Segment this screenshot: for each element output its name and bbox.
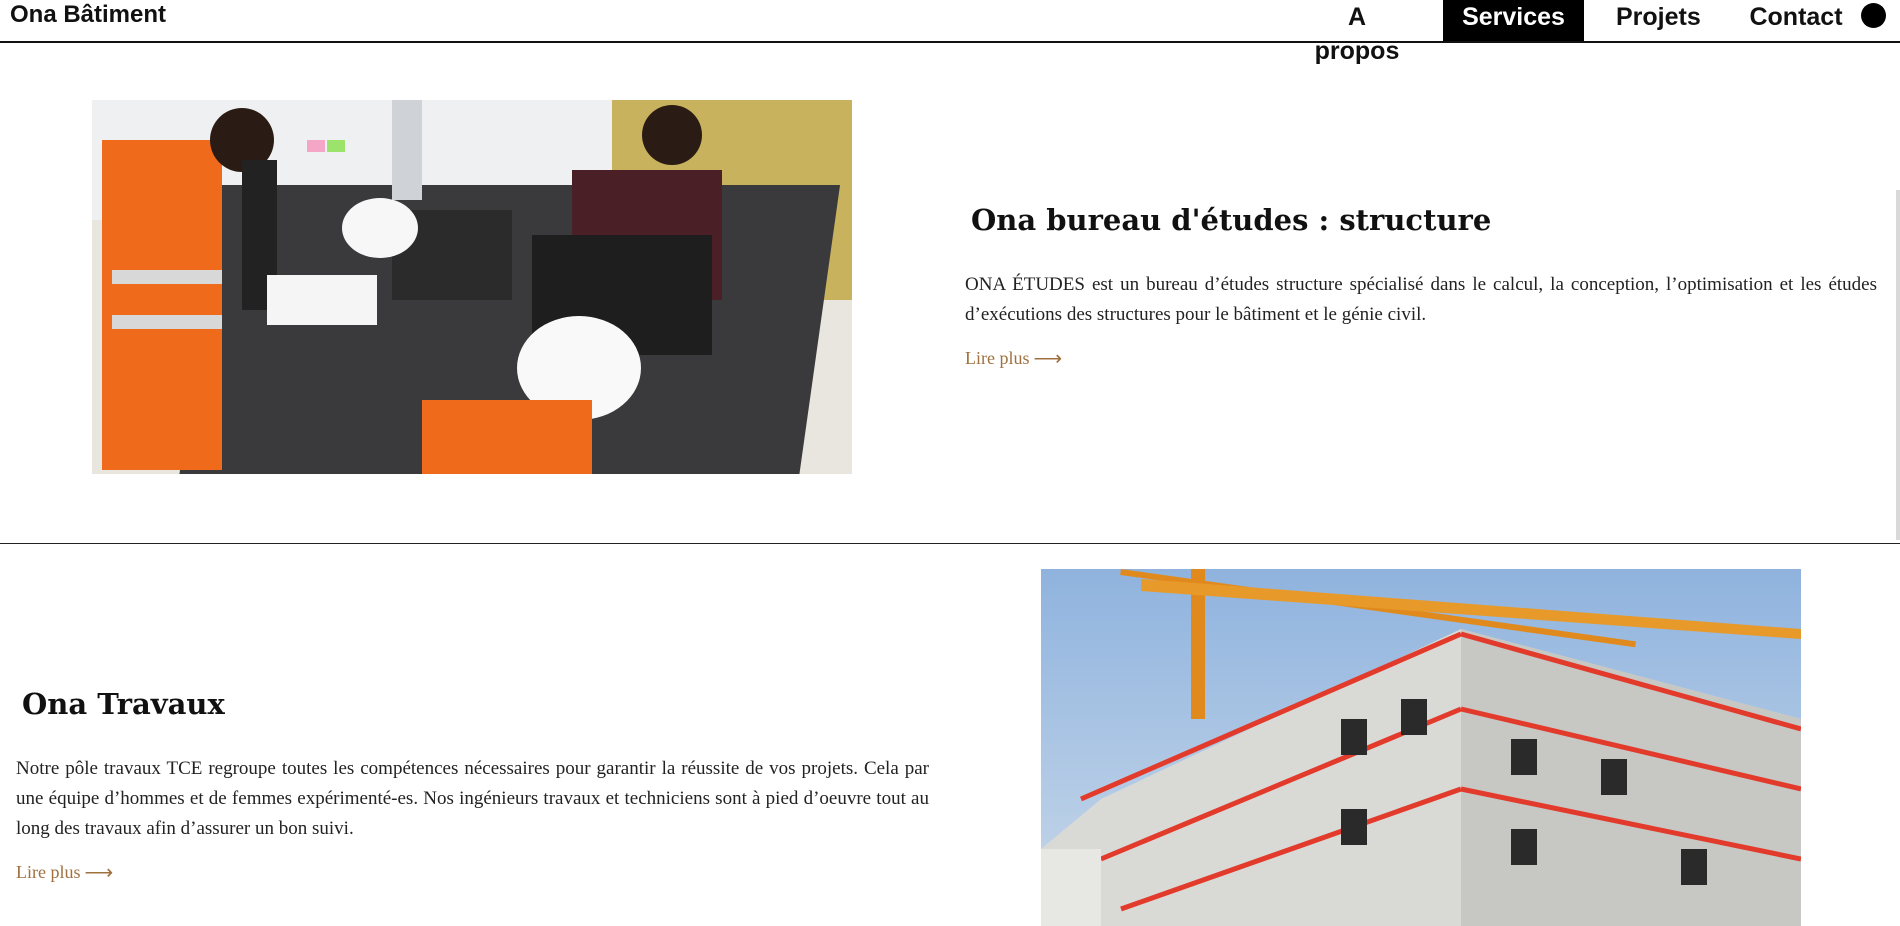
brand-logo[interactable]: Ona Bâtiment — [10, 0, 166, 30]
nav-item-services[interactable]: Services — [1443, 0, 1584, 41]
nav-item-projets[interactable]: Projets — [1598, 0, 1717, 41]
service-card-etudes: Ona bureau d'études : structure ONA ÉTUD… — [0, 43, 1900, 543]
service-description: Notre pôle travaux TCE regroupe toutes l… — [16, 758, 929, 839]
read-more-link[interactable]: Lire plus ⟶ — [16, 860, 113, 885]
circle-dot-icon[interactable] — [1861, 3, 1886, 28]
arrow-right-icon: ⟶ — [1033, 348, 1063, 370]
arrow-right-icon: ⟶ — [84, 862, 114, 884]
page-scrollbar[interactable] — [1896, 190, 1900, 540]
engineers-office-photo — [92, 100, 852, 474]
read-more-label: Lire plus — [965, 348, 1030, 368]
read-more-link[interactable]: Lire plus ⟶ — [965, 346, 1062, 371]
service-description: ONA ÉTUDES est un bureau d’études struct… — [965, 274, 1877, 325]
service-title: Ona bureau d'études : structure — [971, 203, 1492, 237]
nav-item-contact[interactable]: Contact — [1731, 0, 1861, 41]
top-navigation-bar: Ona Bâtiment A propos Services Projets C… — [0, 0, 1900, 65]
read-more-label: Lire plus — [16, 862, 81, 882]
service-card-travaux: Ona Travaux Notre pôle travaux TCE regro… — [0, 544, 1900, 926]
construction-site-photo — [1041, 569, 1801, 926]
service-title: Ona Travaux — [22, 687, 225, 721]
nav-item-a-propos[interactable]: A propos — [1286, 0, 1428, 65]
